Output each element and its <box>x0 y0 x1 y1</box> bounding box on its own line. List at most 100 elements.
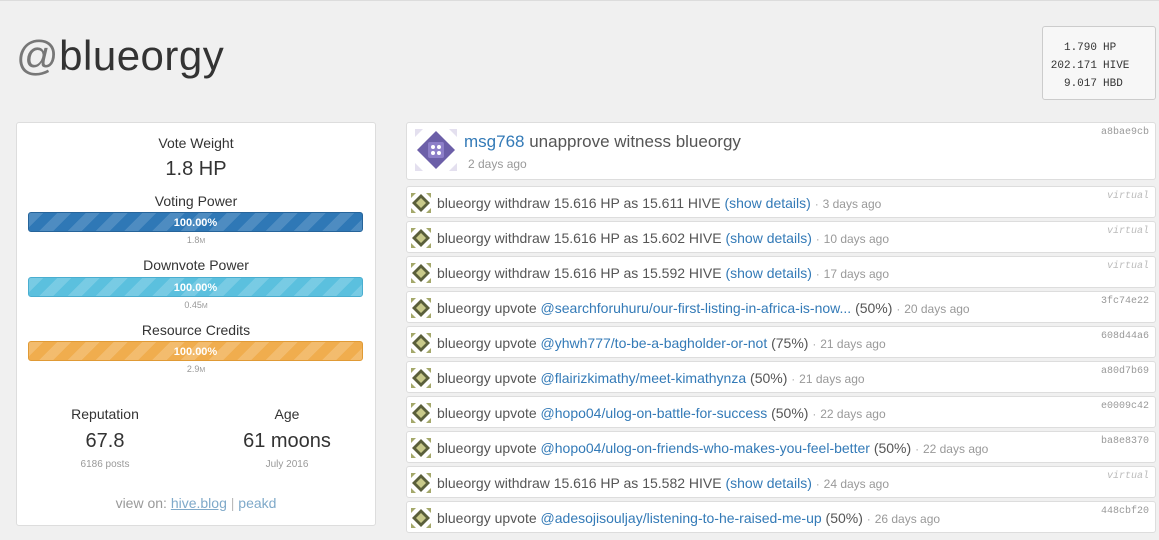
feed-item: blueorgy upvote @yhwh777/to-be-a-baghold… <box>406 326 1156 358</box>
feed-item: blueorgy withdraw 15.616 HP as 15.592 HI… <box>406 256 1156 288</box>
separator-dot: · <box>866 512 871 526</box>
feed-item-text: blueorgy upvote @yhwh777/to-be-a-baghold… <box>437 335 886 351</box>
link-separator: | <box>230 495 235 511</box>
feed-item-text: msg768 unapprove witness blueorgy <box>464 132 741 152</box>
downvote-power-sub-suffix: M <box>201 303 208 310</box>
detail-link[interactable]: @flairizkimathy/meet-kimathynza <box>541 370 747 386</box>
action-text: unapprove witness blueorgy <box>529 132 741 151</box>
balance-hbd: 9.017 HBD <box>1043 75 1155 93</box>
separator-dot: · <box>915 442 920 456</box>
action-text: blueorgy withdraw 15.616 HP as 15.602 HI… <box>437 230 722 246</box>
downvote-power-sub: 0.45M <box>17 300 375 310</box>
downvote-power-percent: 100.00% <box>173 282 218 294</box>
downvote-power-label: Downvote Power <box>143 257 249 273</box>
feed-item: blueorgy upvote @flairizkimathy/meet-kim… <box>406 361 1156 393</box>
feed-item-text: blueorgy withdraw 15.616 HP as 15.611 HI… <box>437 195 881 211</box>
tx-hash[interactable]: a80d7b69 <box>1101 366 1149 377</box>
tx-hash[interactable]: virtual <box>1107 261 1149 272</box>
tx-hash[interactable]: 448cbf20 <box>1101 506 1149 517</box>
account-stats-card: Vote Weight 1.8 HP Voting Power 100.00% … <box>16 122 376 526</box>
at-symbol: @ <box>16 32 60 79</box>
avatar-purple-icon <box>415 129 457 171</box>
detail-link[interactable]: (show details) <box>725 475 811 491</box>
tx-hash[interactable]: virtual <box>1107 471 1149 482</box>
timestamp: 24 days ago <box>823 477 890 491</box>
voting-power-sub-value: 1.8 <box>186 235 200 245</box>
voting-power-label: Voting Power <box>154 193 238 209</box>
timestamp: 17 days ago <box>823 267 890 281</box>
tx-hash[interactable]: 3fc74e22 <box>1101 296 1149 307</box>
feed-item-text: blueorgy withdraw 15.616 HP as 15.582 HI… <box>437 475 889 491</box>
age-block: Age 61 moons July 2016 <box>202 406 372 470</box>
detail-link[interactable]: @hopo04/ulog-on-friends-who-makes-you-fe… <box>541 440 870 456</box>
post-count: 6186 posts <box>80 459 130 470</box>
timestamp: 20 days ago <box>904 302 970 316</box>
detail-link[interactable]: @adesojisouljay/listening-to-he-raised-m… <box>541 510 822 526</box>
age-label: Age <box>274 406 300 422</box>
balance-amount: 1.790 <box>1063 42 1097 54</box>
avatar-identicon-icon <box>411 368 431 388</box>
voting-power-sub: 1.8M <box>17 235 375 245</box>
avatar-identicon-icon <box>411 228 431 248</box>
detail-link[interactable]: @searchforuhuru/our-first-listing-in-afr… <box>541 300 852 316</box>
timestamp: 22 days ago <box>820 407 886 421</box>
action-text: blueorgy withdraw 15.616 HP as 15.611 HI… <box>437 195 721 211</box>
feed-item-text: blueorgy upvote @flairizkimathy/meet-kim… <box>437 370 865 386</box>
vote-percent: (50%) <box>750 370 788 386</box>
avatar-identicon-icon <box>411 298 431 318</box>
resource-credits-sub-suffix: M <box>199 367 206 374</box>
feed-item-text: blueorgy withdraw 15.616 HP as 15.592 HI… <box>437 265 889 281</box>
tx-hash[interactable]: virtual <box>1107 191 1149 202</box>
separator-dot: · <box>812 407 817 421</box>
detail-link[interactable]: @hopo04/ulog-on-battle-for-success <box>541 405 768 421</box>
separator-dot: · <box>812 337 817 351</box>
resource-credits-percent: 100.00% <box>173 346 218 358</box>
resource-credits-bar: 100.00% <box>28 341 363 361</box>
separator-dot: · <box>815 267 820 281</box>
tx-hash[interactable]: virtual <box>1107 226 1149 237</box>
avatar-identicon-icon <box>411 193 431 213</box>
balance-amount: 9.017 <box>1063 78 1097 90</box>
separator-dot: · <box>896 302 901 316</box>
detail-link[interactable]: (show details) <box>725 265 811 281</box>
detail-link[interactable]: @yhwh777/to-be-a-bagholder-or-not <box>541 335 768 351</box>
feed-item: blueorgy upvote @hopo04/ulog-on-battle-f… <box>406 396 1156 428</box>
detail-link[interactable]: (show details) <box>725 230 811 246</box>
reputation-label: Reputation <box>71 406 139 422</box>
actor-link[interactable]: msg768 <box>464 132 524 151</box>
balance-hp: 1.790 HP <box>1043 39 1155 57</box>
action-text: blueorgy withdraw 15.616 HP as 15.582 HI… <box>437 475 722 491</box>
tx-hash[interactable]: 608d44a6 <box>1101 331 1149 342</box>
separator-dot: · <box>815 477 820 491</box>
voting-power-bar: 100.00% <box>28 212 363 232</box>
balance-unit: HP <box>1103 42 1117 54</box>
separator-dot: · <box>791 372 796 386</box>
reputation-block: Reputation 67.8 6186 posts <box>20 406 190 470</box>
vote-percent: (50%) <box>873 440 912 456</box>
timestamp: 21 days ago <box>799 372 865 386</box>
tx-hash[interactable]: a8bae9cb <box>1101 127 1149 138</box>
feed-item-text: blueorgy upvote @hopo04/ulog-on-friends-… <box>437 440 988 456</box>
timestamp: 21 days ago <box>820 337 886 351</box>
vote-percent: (50%) <box>855 300 893 316</box>
page-title: @blueorgy <box>16 32 224 80</box>
vote-percent: (50%) <box>771 405 809 421</box>
balance-unit: HIVE <box>1103 60 1130 72</box>
top-border <box>0 0 1159 1</box>
peakd-link[interactable]: peakd <box>238 495 276 511</box>
feed-item: blueorgy withdraw 15.616 HP as 15.611 HI… <box>406 186 1156 218</box>
hive-blog-link[interactable]: hive.blog <box>171 495 227 511</box>
action-text: blueorgy upvote <box>437 510 537 526</box>
view-on-label: view on: <box>115 495 167 511</box>
balance-amount: 202.171 <box>1050 60 1097 72</box>
timestamp: 22 days ago <box>922 442 989 456</box>
feed-item: blueorgy upvote @hopo04/ulog-on-friends-… <box>406 431 1156 463</box>
tx-hash[interactable]: ba8e8370 <box>1101 436 1149 447</box>
resource-credits-sub-value: 2.9 <box>186 364 200 374</box>
timestamp: 2 days ago <box>468 157 527 171</box>
tx-hash[interactable]: e0009c42 <box>1101 401 1149 412</box>
vote-percent: (75%) <box>771 335 809 351</box>
account-name: blueorgy <box>59 32 225 79</box>
detail-link[interactable]: (show details) <box>724 195 810 211</box>
avatar-identicon-icon <box>411 473 431 493</box>
